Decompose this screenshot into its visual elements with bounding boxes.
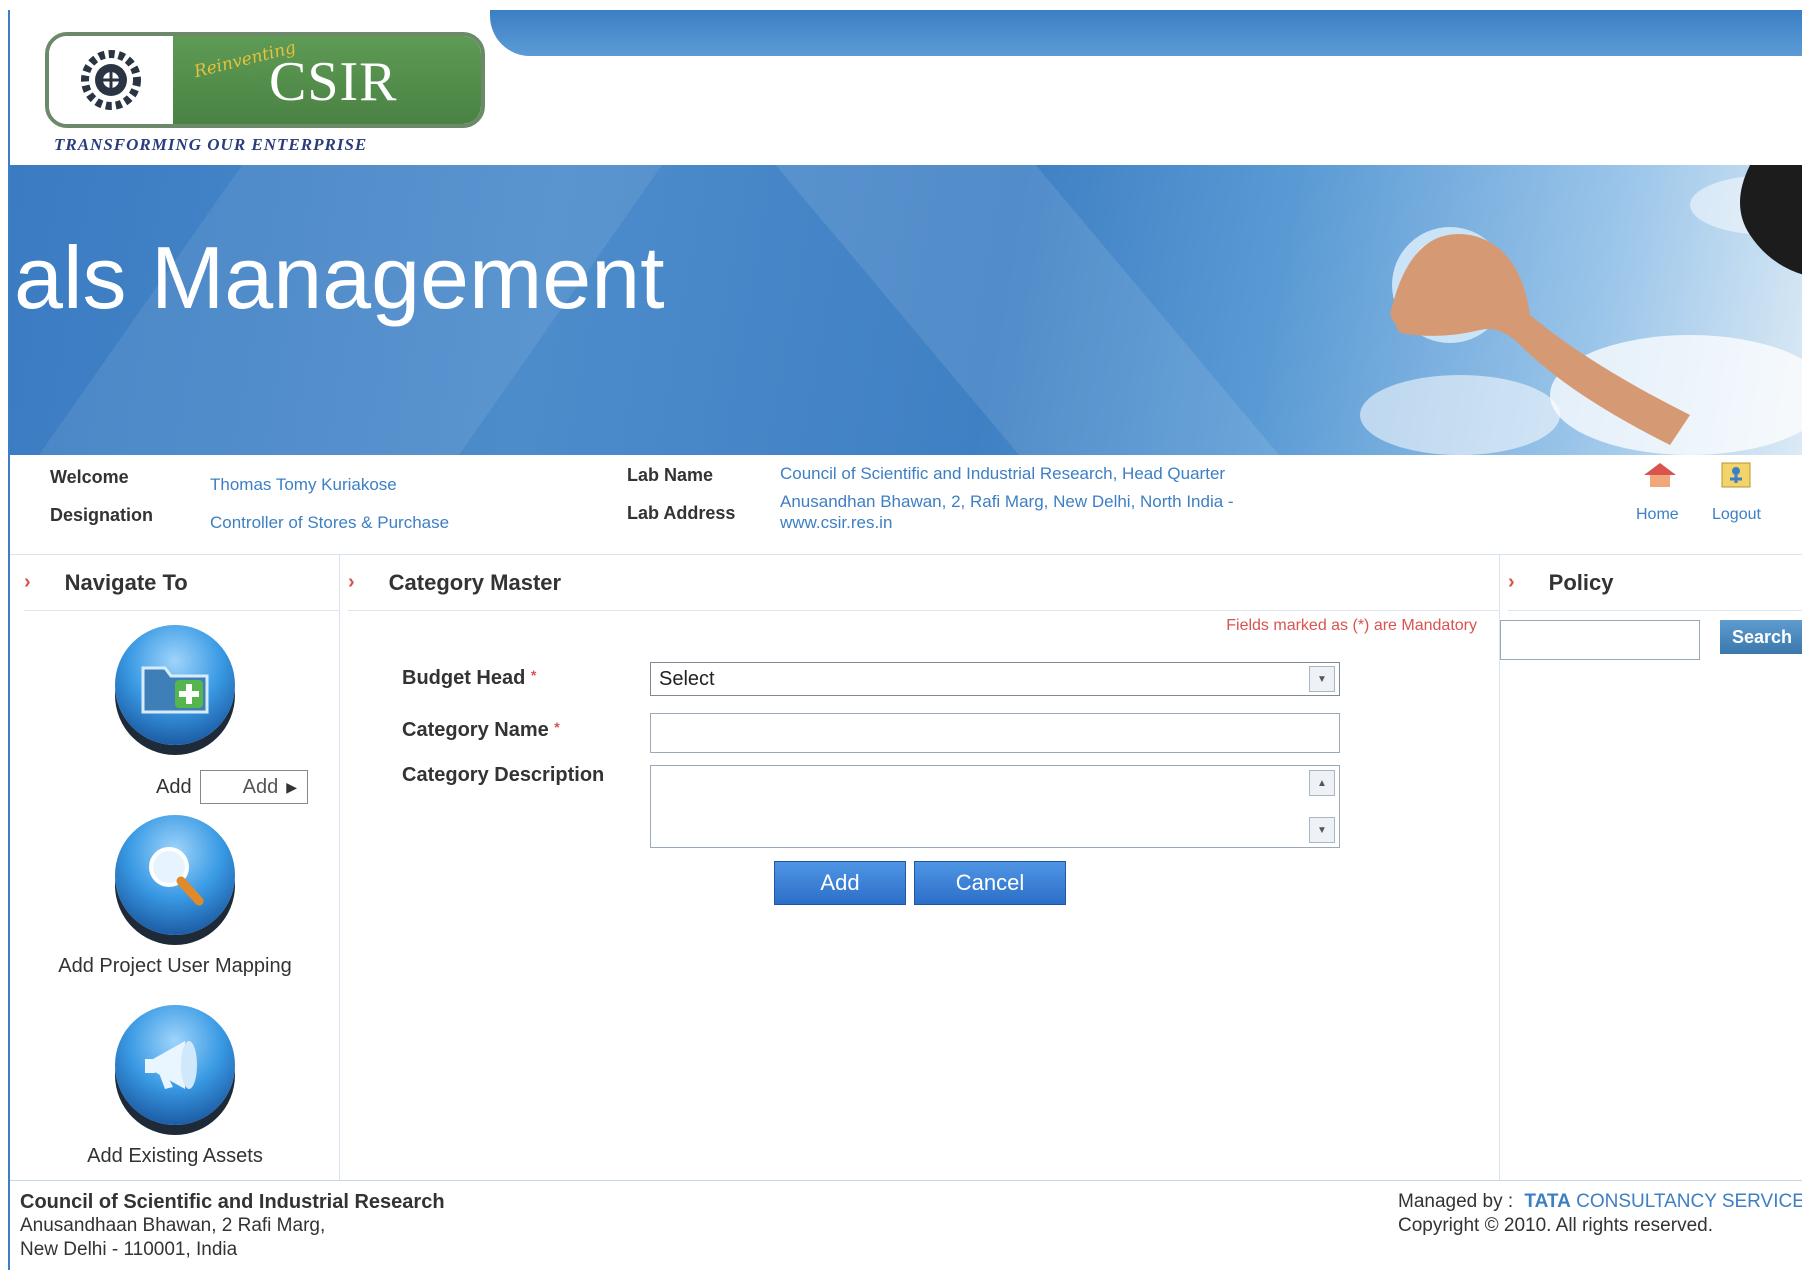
designation-label: Designation [50, 505, 154, 525]
lab-address-label: Lab Address [627, 503, 736, 523]
magnifier-icon[interactable] [115, 815, 235, 935]
tcs-brand: CONSULTANCY SERVICES [1576, 1191, 1802, 1212]
copyright-text: Copyright © 2010. All rights reserved. [1398, 1215, 1713, 1236]
top-header-strip [490, 10, 1802, 56]
category-name-label-text: Category Name [402, 719, 549, 741]
footer-address-line1: Anusandhaan Bhawan, 2 Rafi Marg, [20, 1215, 326, 1236]
scroll-down-icon[interactable]: ▼ [1309, 817, 1335, 843]
budget-head-label-text: Budget Head [402, 667, 526, 689]
lab-address-line2: www.csir.res.in [780, 513, 893, 532]
mandatory-note: Fields marked as (*) are Mandatory [1226, 617, 1477, 634]
banner-stripe [758, 165, 1322, 455]
budget-head-label: Budget Head * [402, 667, 536, 690]
home-icon[interactable] [1640, 459, 1680, 496]
category-name-input[interactable] [650, 713, 1340, 753]
policy-header: › Policy [1508, 555, 1802, 611]
policy-title: Policy [1548, 569, 1614, 595]
category-name-label: Category Name * [402, 719, 560, 742]
logout-icon[interactable] [1716, 459, 1756, 496]
scroll-up-icon[interactable]: ▲ [1309, 770, 1335, 796]
category-description-label: Category Description [402, 764, 605, 786]
caret-right-icon: ▶ [286, 778, 297, 795]
lab-name-value: Council of Scientific and Industrial Res… [780, 464, 1226, 483]
footer-org-name: Council of Scientific and Industrial Res… [20, 1191, 445, 1213]
chevron-right-icon: › [24, 571, 31, 593]
navigate-panel: › Navigate To Add Add ▶ Add Project User… [10, 555, 340, 1180]
logo-area: Reinventing CSIR TRANSFORMING OUR ENTERP… [10, 10, 490, 165]
hero-banner: als Management [10, 165, 1802, 455]
lab-address-line1: Anusandhan Bhawan, 2, Rafi Marg, New Del… [780, 492, 1234, 511]
chevron-right-icon: › [348, 571, 355, 593]
budget-head-select-value: Select [659, 667, 715, 690]
logo-green-panel: Reinventing CSIR [173, 36, 481, 124]
policy-search-input[interactable] [1500, 620, 1700, 660]
lab-name-label: Lab Name [627, 465, 714, 485]
page-footer: Council of Scientific and Industrial Res… [10, 1180, 1802, 1270]
logout-link[interactable]: Logout [1712, 506, 1761, 524]
nav-add-label: Add [156, 776, 192, 798]
search-button[interactable]: Search [1720, 620, 1802, 654]
banner-hands-globe-image [1360, 165, 1802, 455]
tata-brand: TATA [1524, 1191, 1571, 1212]
nav-item-add[interactable] [10, 625, 340, 745]
required-marker: * [530, 667, 537, 683]
add-button[interactable]: Add [774, 861, 906, 905]
nav-existing-assets-label[interactable]: Add Existing Assets [10, 1145, 340, 1168]
navigate-title: Navigate To [64, 569, 188, 595]
folder-add-icon[interactable] [115, 625, 235, 745]
category-master-panel: › Category Master Fields marked as (*) a… [340, 555, 1500, 1180]
managed-by-line: Managed by : TATA CONSULTANCY SERVICES [1398, 1191, 1802, 1213]
top-header: Reinventing CSIR TRANSFORMING OUR ENTERP… [10, 10, 1802, 165]
logo-csir-text: CSIR [269, 51, 398, 113]
welcome-value: Thomas Tomy Kuriakose [210, 475, 397, 494]
managed-by-label: Managed by : [1398, 1191, 1514, 1212]
chevron-right-icon: › [1508, 571, 1515, 593]
csir-logo[interactable]: Reinventing CSIR [45, 32, 485, 128]
category-description-textarea[interactable]: ▲ ▼ [650, 765, 1340, 848]
chevron-down-icon[interactable]: ▼ [1309, 666, 1335, 692]
policy-panel: › Policy Search [1500, 555, 1802, 1180]
add-dropdown-button[interactable]: Add ▶ [200, 770, 308, 804]
nav-add-row: Add Add ▶ [140, 770, 330, 804]
nav-item-existing-assets[interactable]: Add Existing Assets [10, 1005, 340, 1168]
banner-title: als Management [14, 228, 665, 327]
csir-emblem-icon [49, 36, 173, 124]
cancel-button[interactable]: Cancel [914, 861, 1066, 905]
page-frame: Reinventing CSIR TRANSFORMING OUR ENTERP… [8, 10, 1802, 1270]
designation-value: Controller of Stores & Purchase [210, 513, 450, 532]
home-link[interactable]: Home [1636, 506, 1679, 524]
budget-head-select[interactable]: Select ▼ [650, 662, 1340, 696]
nav-item-project-user-mapping[interactable]: Add Project User Mapping [10, 815, 340, 978]
welcome-label: Welcome [50, 467, 129, 487]
add-dropdown-label: Add [242, 775, 279, 798]
required-marker: * [554, 719, 560, 735]
nav-project-user-mapping-label[interactable]: Add Project User Mapping [10, 955, 340, 978]
footer-address-line2: New Delhi - 110001, India [20, 1239, 238, 1260]
megaphone-icon[interactable] [115, 1005, 235, 1125]
navigate-panel-header: › Navigate To [24, 555, 340, 611]
category-master-header: › Category Master [348, 555, 1500, 611]
category-master-title: Category Master [388, 569, 562, 595]
user-info-bar: Welcome Thomas Tomy Kuriakose Designatio… [10, 455, 1802, 555]
logo-tagline: TRANSFORMING OUR ENTERPRISE [54, 135, 368, 154]
